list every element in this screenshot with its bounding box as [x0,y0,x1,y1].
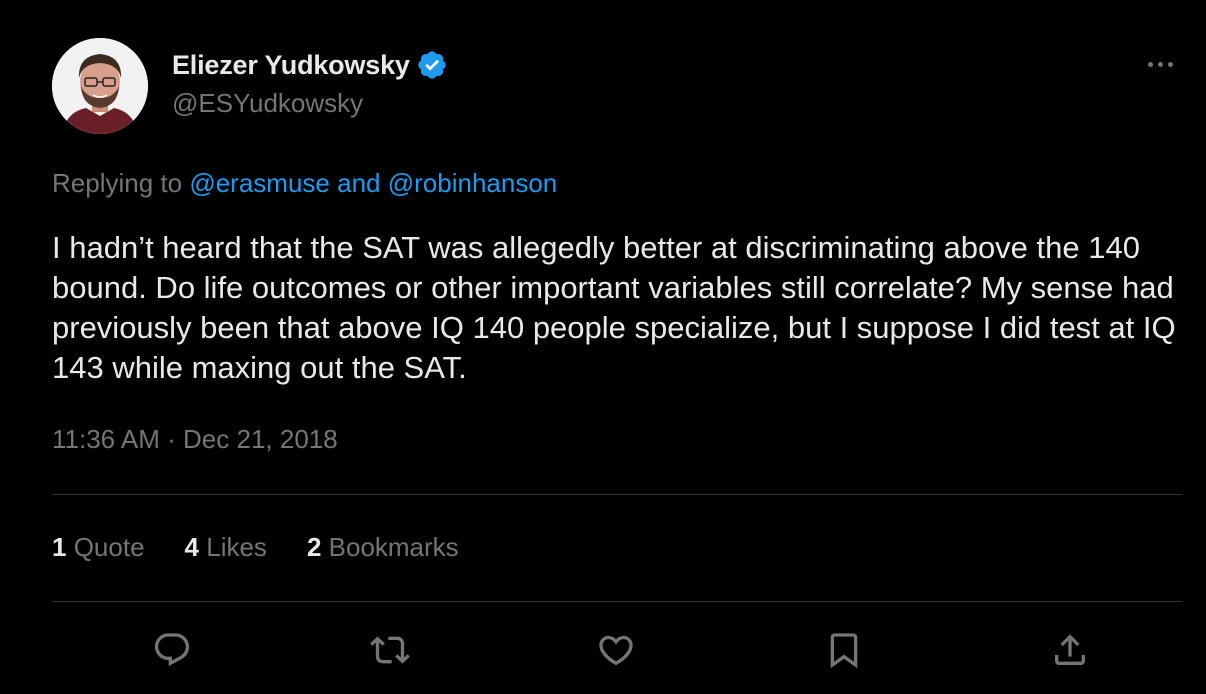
retweet-icon [370,636,410,664]
more-dot [1147,61,1153,67]
avatar[interactable] [52,38,148,134]
tweet-text: I hadn’t heard that the SAT was allegedl… [52,230,1176,385]
more-options-icon[interactable] [1140,52,1180,76]
more-dot [1157,61,1163,67]
bookmark-icon [830,633,858,669]
author-display-name[interactable]: Eliezer Yudkowsky [172,50,410,81]
bookmark-button[interactable] [816,622,872,678]
more-dot [1167,61,1173,67]
reply-button[interactable] [144,622,200,678]
profile-photo-icon [52,38,148,134]
replying-to-line: Replying to @erasmuse and @robinhanson [52,168,557,199]
likes-count: 4 [184,532,199,562]
quotes-label: Quote [73,532,145,562]
share-icon [1055,634,1085,665]
verified-badge-icon[interactable] [416,49,448,81]
bookmarks-label: Bookmarks [328,532,459,562]
quotes-stat[interactable]: 1 Quote [52,532,145,563]
divider-bottom [52,601,1182,602]
action-bar [52,622,1182,678]
mention-link-robinhanson[interactable]: @robinhanson [388,168,558,198]
author-name-row: Eliezer Yudkowsky [172,48,448,82]
author-handle[interactable]: @ESYudkowsky [172,88,363,119]
replying-to-conjunction[interactable]: and [337,168,380,198]
like-button[interactable] [588,622,644,678]
divider-top [52,494,1182,495]
bookmarks-stat[interactable]: 2 Bookmarks [307,532,459,563]
share-button[interactable] [1042,622,1098,678]
retweet-button[interactable] [362,622,418,678]
likes-stat[interactable]: 4 Likes [185,532,267,563]
tweet-timestamp[interactable]: 11:36 AM · Dec 21, 2018 [52,424,338,455]
reply-icon [154,633,190,667]
heart-icon [599,635,633,666]
replying-to-prefix: Replying to [52,168,183,198]
quotes-count: 1 [52,532,67,562]
mention-link-erasmuse[interactable]: @erasmuse [189,168,330,198]
engagement-stats: 1 Quote 4 Likes 2 Bookmarks [52,532,499,563]
bookmarks-count: 2 [306,532,322,562]
tweet-card: Eliezer Yudkowsky @ESYudkowsky Replying … [0,0,1206,694]
likes-label: Likes [206,532,267,562]
